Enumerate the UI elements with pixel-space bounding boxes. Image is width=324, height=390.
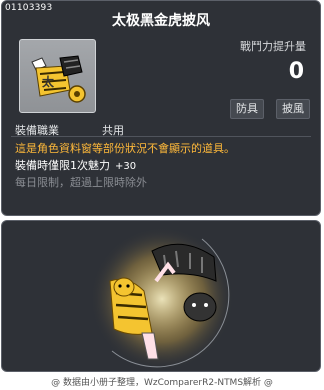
charm-bonus-value: +30 [115, 161, 137, 172]
charm-bonus-text: 裝備時僅限1次魅力 [15, 159, 110, 172]
power-increase-label: 戰鬥力提升量 [240, 40, 306, 53]
item-icon-frame: 太 [19, 39, 96, 113]
daily-limit-note: 每日限制，超過上限時除外 [15, 176, 147, 189]
data-source-footer: @ 数据由小册子整理，WzComparerR2-NTMS解析 @ [51, 378, 273, 388]
item-tooltip: 01103393 太极黑金虎披风 太 戰鬥力提升量 0 防具 披風 裝備職業 共… [1, 0, 321, 216]
item-name: 太极黑金虎披风 [112, 13, 210, 29]
charm-bonus: 裝備時僅限1次魅力 +30 [15, 157, 136, 173]
tiger-cape-icon: 太 [31, 55, 86, 103]
item-description: 這是角色資料窗等部份狀況不會顯示的道具。 [15, 142, 235, 155]
tiger-cape-preview-image [90, 227, 234, 371]
divider [11, 136, 311, 137]
power-increase-value: 0 [288, 59, 304, 84]
category-tag-armor: 防具 [230, 99, 264, 119]
svg-text:太: 太 [42, 74, 55, 89]
category-tag-cape: 披風 [276, 99, 310, 119]
item-preview-panel [1, 220, 321, 372]
